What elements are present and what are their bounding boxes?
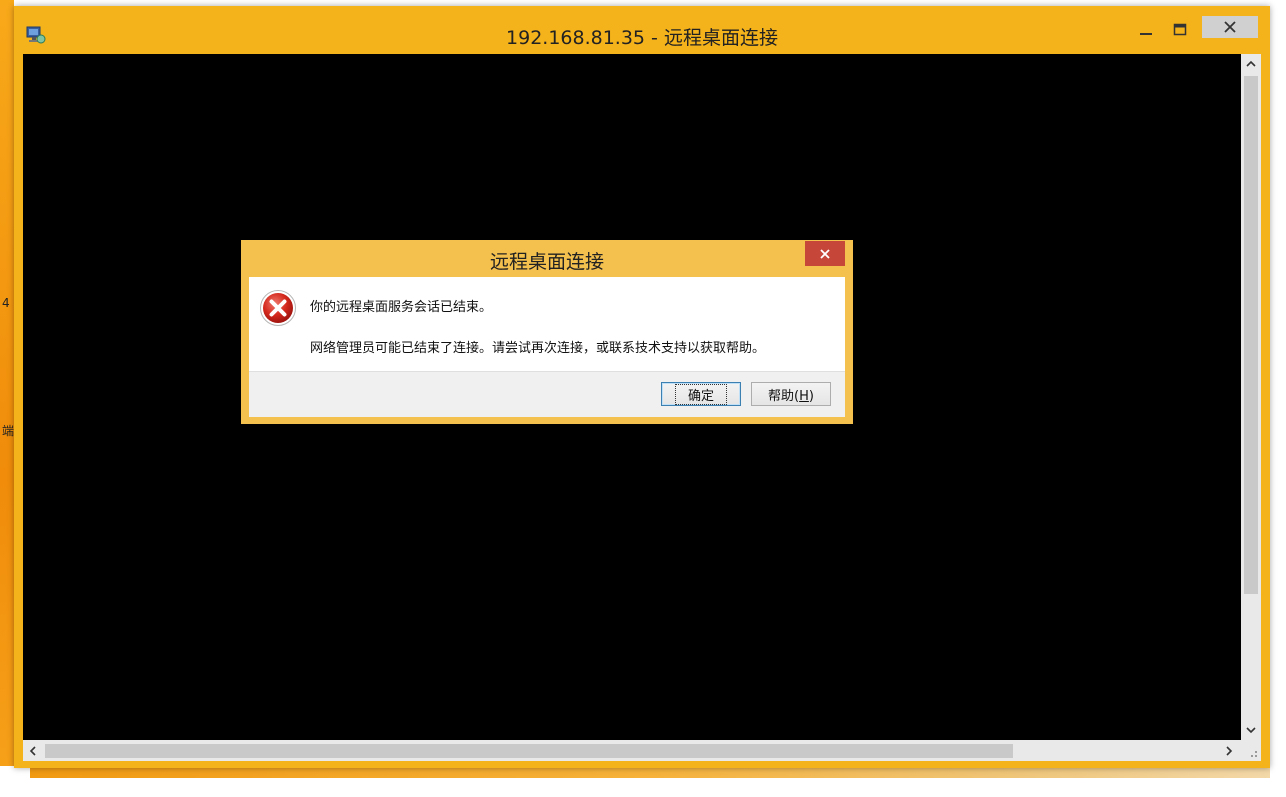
desktop-icon-label: 端 bbox=[2, 424, 15, 438]
help-accesskey: H bbox=[799, 388, 809, 404]
dialog-title: 远程桌面连接 bbox=[489, 251, 604, 273]
help-button[interactable]: 帮助(H) bbox=[751, 382, 831, 406]
error-message: 你的远程桌面服务会话已结束。 bbox=[310, 300, 493, 315]
resize-grip-icon bbox=[1251, 751, 1257, 757]
maximize-button[interactable] bbox=[1166, 18, 1194, 42]
desktop-icon-label: 4 bbox=[2, 296, 10, 310]
window-title: 192.168.81.35 - 远程桌面连接 bbox=[506, 27, 778, 49]
vertical-scrollbar[interactable] bbox=[1241, 54, 1261, 740]
vertical-scroll-thumb[interactable] bbox=[1244, 76, 1258, 594]
error-dialog: 远程桌面连接 你的远程桌面服务会话已结束。 网络管理员可能已结束了连接。请尝试再… bbox=[241, 240, 853, 424]
chevron-right-icon bbox=[1226, 745, 1233, 756]
minimize-button[interactable] bbox=[1132, 18, 1160, 42]
close-icon bbox=[1224, 21, 1236, 33]
scroll-down-button[interactable] bbox=[1241, 720, 1261, 740]
close-icon bbox=[820, 248, 830, 259]
dialog-close-button[interactable] bbox=[805, 241, 845, 266]
dialog-body: 你的远程桌面服务会话已结束。 网络管理员可能已结束了连接。请尝试再次连接，或联系… bbox=[249, 277, 845, 371]
scroll-left-button[interactable] bbox=[23, 740, 43, 761]
chevron-up-icon bbox=[1246, 60, 1256, 67]
window-titlebar[interactable]: 192.168.81.35 - 远程桌面连接 bbox=[14, 6, 1270, 54]
error-icon bbox=[259, 289, 297, 327]
resize-grip[interactable] bbox=[1241, 740, 1261, 761]
horizontal-scroll-thumb[interactable] bbox=[45, 744, 1013, 758]
minimize-icon bbox=[1140, 33, 1152, 35]
chevron-left-icon bbox=[29, 745, 36, 756]
help-button-label: 帮助(H) bbox=[768, 388, 814, 404]
scroll-up-button[interactable] bbox=[1241, 54, 1261, 74]
ok-button[interactable]: 确定 bbox=[661, 382, 741, 406]
dialog-footer: 确定 帮助(H) bbox=[249, 371, 845, 417]
error-detail: 网络管理员可能已结束了连接。请尝试再次连接，或联系技术支持以获取帮助。 bbox=[310, 341, 766, 356]
ok-button-label: 确定 bbox=[674, 383, 727, 405]
taskbar-area bbox=[0, 766, 1286, 797]
scroll-right-button[interactable] bbox=[1219, 740, 1239, 761]
chevron-down-icon bbox=[1246, 727, 1256, 734]
horizontal-scrollbar[interactable] bbox=[23, 740, 1241, 761]
close-button[interactable] bbox=[1202, 16, 1258, 38]
maximize-icon bbox=[1173, 23, 1187, 36]
desktop-wallpaper bbox=[0, 0, 14, 797]
